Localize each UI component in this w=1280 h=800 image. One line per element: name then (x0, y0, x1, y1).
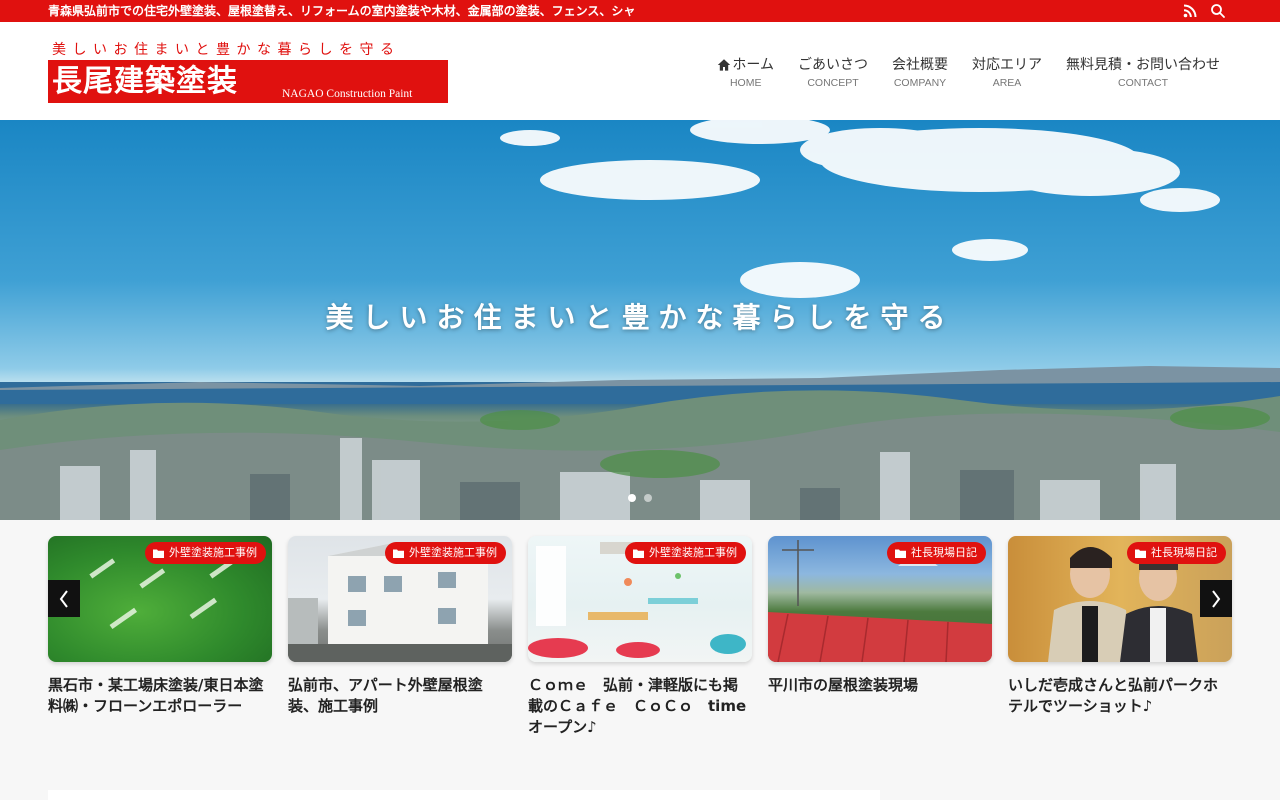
slider-dots (628, 494, 652, 502)
post-thumbnail: 社長現場日記 (1008, 536, 1232, 662)
nav-sublabel: AREA (992, 77, 1022, 89)
nav-label: 対応エリア (972, 57, 1042, 73)
folder-icon (633, 549, 644, 558)
site-logo[interactable]: 美しいお住まいと豊かな暮らしを守る 長尾建築塗装 NAGAO Construct… (48, 42, 448, 104)
nav-item-concept[interactable]: ごあいさつ CONCEPT (786, 56, 880, 91)
top-bar-icons (1182, 3, 1226, 19)
nav-item-area[interactable]: 対応エリア AREA (960, 56, 1054, 91)
top-bar: 青森県弘前市での住宅外壁塗装、屋根塗替え、リフォームの室内塗装や木材、金属部の塗… (0, 0, 1280, 22)
hero-slider[interactable]: 美しいお住まいと豊かな暮らしを守る (0, 120, 1280, 520)
slider-dot[interactable] (628, 494, 636, 502)
main-nav: ホーム HOME ごあいさつ CONCEPT 会社概要 COMPANY 対応エリ… (705, 56, 1232, 91)
carousel-prev-button[interactable] (48, 580, 80, 617)
chevron-left-icon (59, 589, 68, 608)
content-area-top (48, 790, 880, 800)
search-icon[interactable] (1210, 3, 1226, 19)
site-tagline: 青森県弘前市での住宅外壁塗装、屋根塗替え、リフォームの室内塗装や木材、金属部の塗… (48, 4, 636, 18)
nav-sublabel: CONCEPT (807, 77, 859, 89)
nav-label: 会社概要 (892, 57, 948, 73)
post-thumbnail: 外壁塗装施工事例 (48, 536, 272, 662)
folder-icon (153, 549, 164, 558)
post-card[interactable]: 外壁塗装施工事例 黒石市・某工場床塗装/東日本塗料㈱・フローンエポローラー (48, 536, 272, 717)
nav-sublabel: COMPANY (893, 77, 947, 89)
category-badge[interactable]: 社長現場日記 (1127, 542, 1226, 564)
nav-item-company[interactable]: 会社概要 COMPANY (880, 56, 960, 91)
post-title: 弘前市、アパート外壁屋根塗装、施工事例 (288, 676, 483, 715)
category-badge[interactable]: 外壁塗装施工事例 (385, 542, 506, 564)
carousel-next-button[interactable] (1200, 580, 1232, 617)
post-card[interactable]: 社長現場日記 平川市の屋根塗装現場 (768, 536, 992, 696)
nav-item-contact[interactable]: 無料見積・お問い合わせ CONTACT (1054, 56, 1232, 91)
folder-icon (393, 549, 404, 558)
category-badge[interactable]: 社長現場日記 (887, 542, 986, 564)
folder-icon (895, 549, 906, 558)
post-title: 平川市の屋根塗装現場 (768, 676, 919, 694)
post-card[interactable]: 外壁塗装施工事例 Ｃｏｍｅ 弘前・津軽版にも掲載のＣａｆｅ ＣｏＣｏ time … (528, 536, 752, 738)
nav-sublabel: CONTACT (1118, 77, 1168, 89)
post-card[interactable]: 外壁塗装施工事例 弘前市、アパート外壁屋根塗装、施工事例 (288, 536, 512, 717)
post-card[interactable]: 社長現場日記 いしだ壱成さんと弘前パークホテルでツーショット♪ (1008, 536, 1232, 717)
hero-headline: 美しいお住まいと豊かな暮らしを守る (325, 301, 955, 334)
home-icon (718, 59, 731, 71)
logo-slogan: 美しいお住まいと豊かな暮らしを守る (52, 42, 401, 58)
category-badge[interactable]: 外壁塗装施工事例 (145, 542, 266, 564)
slider-dot[interactable] (644, 494, 652, 502)
category-badge[interactable]: 外壁塗装施工事例 (625, 542, 746, 564)
post-thumbnail: 社長現場日記 (768, 536, 992, 662)
post-title: 黒石市・某工場床塗装/東日本塗料㈱・フローンエポローラー (48, 676, 264, 715)
post-thumbnail: 外壁塗装施工事例 (528, 536, 752, 662)
chevron-right-icon (1212, 589, 1221, 608)
logo-subtitle: NAGAO Construction Paint (282, 88, 413, 100)
nav-label: ホーム (732, 57, 774, 73)
site-header: 美しいお住まいと豊かな暮らしを守る 長尾建築塗装 NAGAO Construct… (0, 22, 1280, 120)
nav-label: 無料見積・お問い合わせ (1066, 57, 1220, 73)
post-title: Ｃｏｍｅ 弘前・津軽版にも掲載のＣａｆｅ ＣｏＣｏ time オープン♪ (528, 676, 747, 736)
post-title: いしだ壱成さんと弘前パークホテルでツーショット♪ (1008, 676, 1219, 715)
logo-name: 長尾建築塗装 (52, 64, 238, 99)
post-carousel: 外壁塗装施工事例 黒石市・某工場床塗装/東日本塗料㈱・フローンエポローラー 外壁… (48, 536, 1232, 746)
post-thumbnail: 外壁塗装施工事例 (288, 536, 512, 662)
rss-icon[interactable] (1182, 3, 1198, 19)
folder-icon (1135, 549, 1146, 558)
nav-item-home[interactable]: ホーム HOME (705, 56, 786, 91)
nav-sublabel: HOME (729, 77, 762, 89)
nav-label: ごあいさつ (798, 57, 868, 73)
